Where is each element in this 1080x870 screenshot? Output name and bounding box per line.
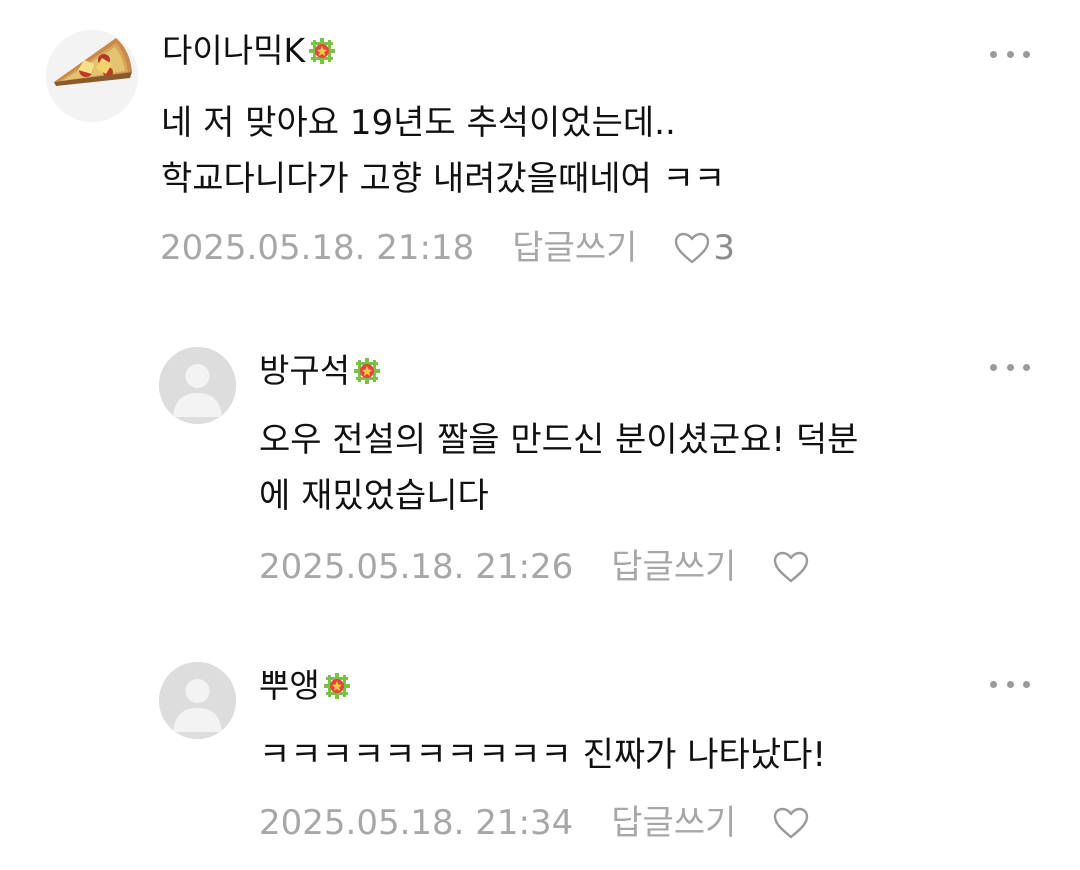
default-person-avatar[interactable] [159,662,236,739]
reply-comment-item: 방구석 오우 전설의 짤을 만드신 분이셨군요! 덕분 에 재밌었습니다 202… [0,300,1080,600]
default-person-avatar[interactable] [159,347,236,424]
comment-body-line: 학교다니다가 고향 내려갔을때네여 ㅋㅋ [161,159,726,199]
comment-date: 2025.05.18. 21:18 [160,228,475,268]
like-button[interactable] [772,806,812,840]
green-grade-badge-icon [323,673,350,699]
comment-date: 2025.05.18. 21:34 [259,803,574,843]
heart-outline-icon [675,232,710,264]
author-name[interactable]: 방구석 [259,351,350,391]
like-count: 3 [713,228,736,268]
comment-body: ㅋㅋㅋㅋㅋㅋㅋㅋㅋㅋ 진짜가 나타났다! [259,727,826,783]
author-name[interactable]: 다이나믹K [162,31,305,71]
reply-button[interactable]: 답글쓰기 [611,547,736,587]
comment-item: 다이나믹K 네 저 맞아요 19년도 추석이었는데.. 학교다니다가 고향 내려… [0,0,1080,290]
reply-comment-item: 뿌앵 ㅋㅋㅋㅋㅋㅋㅋㅋㅋㅋ 진짜가 나타났다! 2025.05.18. 21:3… [0,620,1080,870]
green-grade-badge-icon [354,358,381,384]
comment-meta: 2025.05.18. 21:18 답글쓰기 3 [160,228,735,268]
like-button[interactable] [772,550,812,584]
more-horizontal-icon[interactable] [990,44,1030,64]
comment-body-line: 네 저 맞아요 19년도 추석이었는데.. [161,103,676,143]
author-name[interactable]: 뿌앵 [259,666,320,706]
like-button[interactable]: 3 [673,228,735,268]
comment-meta: 2025.05.18. 21:26 답글쓰기 [259,547,812,587]
comment-body-line: 에 재밌었습니다 [259,476,489,516]
more-horizontal-icon[interactable] [990,674,1030,694]
comment-author[interactable]: 뿌앵 [259,666,350,706]
pizza-slice-avatar[interactable] [46,30,138,122]
comment-body-line: ㅋㅋㅋㅋㅋㅋㅋㅋㅋㅋ 진짜가 나타났다! [259,735,827,775]
reply-button[interactable]: 답글쓰기 [512,228,637,268]
comment-body: 오우 전설의 짤을 만드신 분이셨군요! 덕분 에 재밌었습니다 [259,412,858,524]
green-grade-badge-icon [309,38,336,64]
comment-date: 2025.05.18. 21:26 [259,547,574,587]
more-horizontal-icon[interactable] [990,357,1030,377]
comment-body: 네 저 맞아요 19년도 추석이었는데.. 학교다니다가 고향 내려갔을때네여 … [161,95,725,207]
reply-button[interactable]: 답글쓰기 [611,803,736,843]
heart-outline-icon [774,807,809,839]
comment-author[interactable]: 방구석 [259,351,381,391]
comment-body-line: 오우 전설의 짤을 만드신 분이셨군요! 덕분 [259,420,859,460]
comment-author[interactable]: 다이나믹K [162,31,336,71]
heart-outline-icon [774,551,809,583]
comment-meta: 2025.05.18. 21:34 답글쓰기 [259,803,812,843]
